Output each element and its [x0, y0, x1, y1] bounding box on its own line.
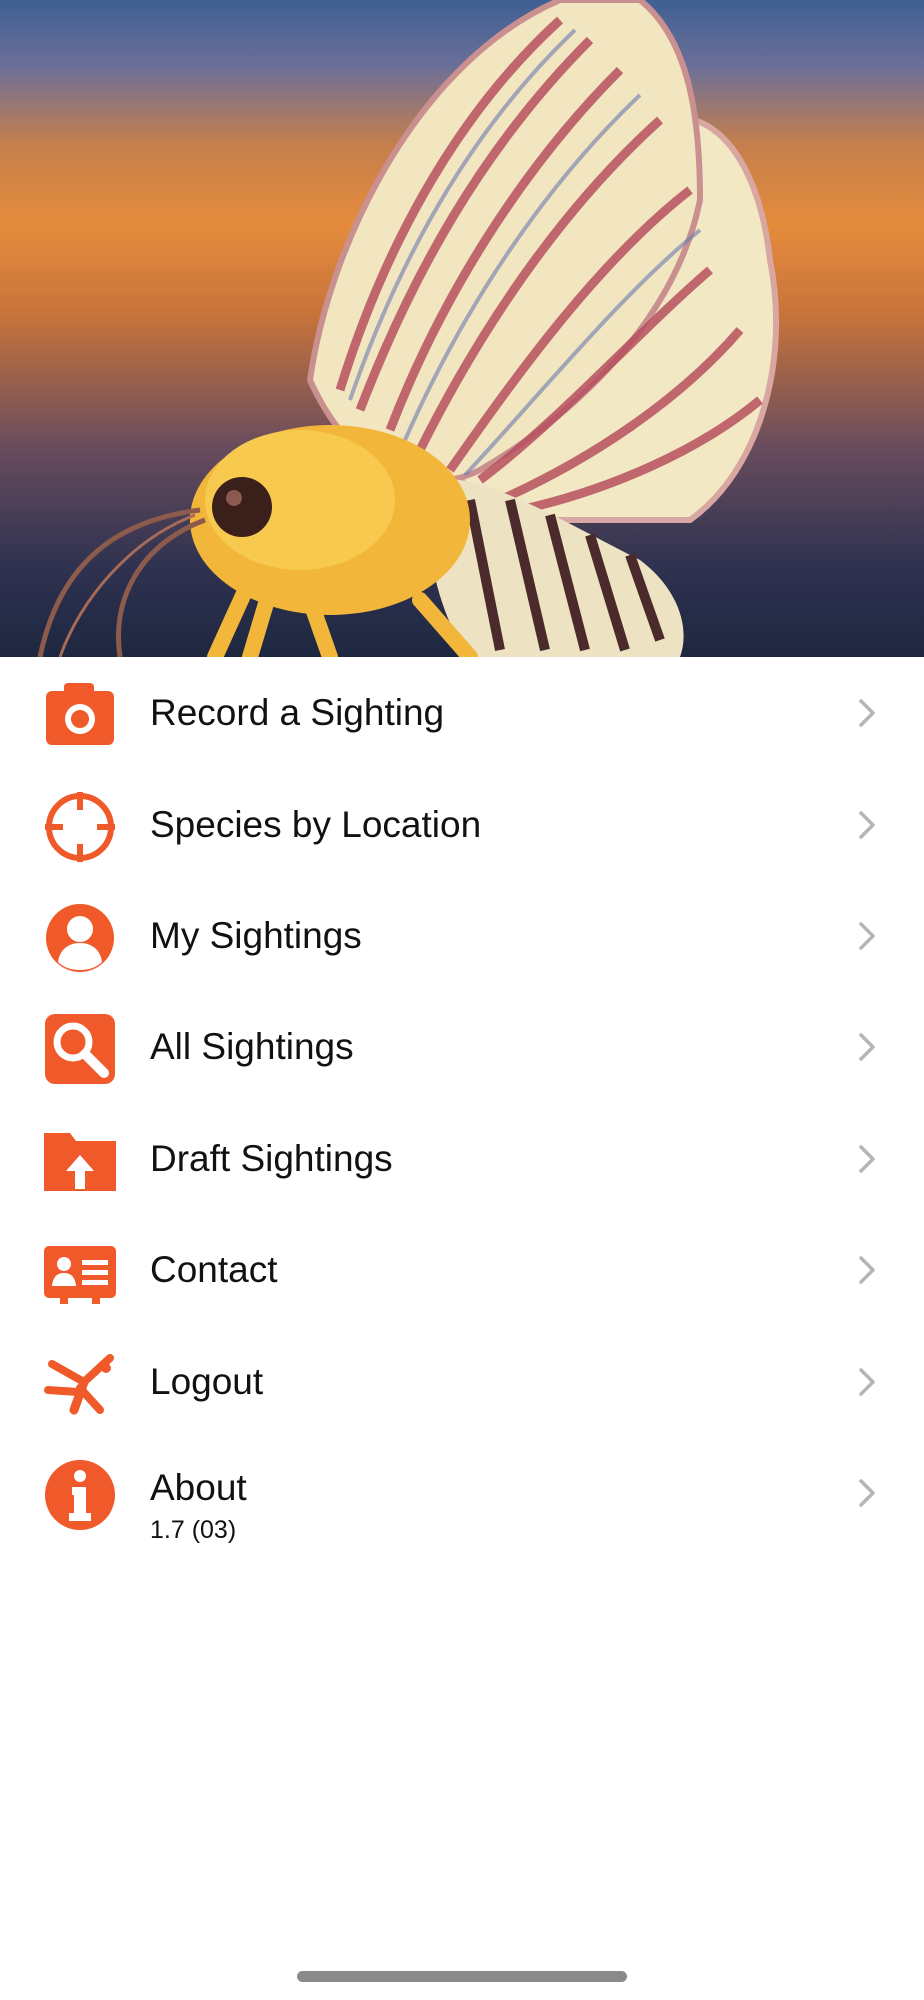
menu-item-logout[interactable]: Logout: [0, 1326, 924, 1437]
menu-item-draft-sightings[interactable]: Draft Sightings: [0, 1103, 924, 1214]
logout-figure-icon: [44, 1348, 116, 1420]
menu-item-label: Contact: [150, 1249, 278, 1290]
crosshair-icon: [44, 791, 116, 863]
menu-item-label: Record a Sighting: [150, 692, 445, 733]
menu-item-label: Logout: [150, 1361, 264, 1402]
hero-butterfly-image: [0, 0, 924, 657]
chevron-right-icon: [857, 1031, 877, 1063]
menu-item-label: Draft Sightings: [150, 1138, 393, 1179]
chevron-right-icon: [857, 697, 877, 729]
home-indicator[interactable]: [297, 1971, 627, 1982]
menu-item-species-by-location[interactable]: Species by Location: [0, 769, 924, 880]
folder-upload-icon: [44, 1125, 116, 1197]
contact-card-icon: [44, 1236, 116, 1308]
info-icon: [44, 1459, 116, 1531]
menu-item-label: All Sightings: [150, 1026, 354, 1067]
chevron-right-icon: [857, 920, 877, 952]
menu-item-label: My Sightings: [150, 915, 362, 956]
camera-icon: [44, 679, 116, 751]
search-icon: [44, 1013, 116, 1085]
menu-item-about[interactable]: About 1.7 (03): [0, 1437, 924, 1548]
chevron-right-icon: [857, 1254, 877, 1286]
chevron-right-icon: [857, 1366, 877, 1398]
app-version-text: 1.7 (03): [150, 1516, 237, 1544]
chevron-right-icon: [857, 1143, 877, 1175]
chevron-right-icon: [857, 809, 877, 841]
user-icon: [44, 902, 116, 974]
chevron-right-icon: [857, 1477, 877, 1509]
menu-item-my-sightings[interactable]: My Sightings: [0, 880, 924, 991]
butterfly-illustration: [37, 0, 780, 657]
menu-item-contact[interactable]: Contact: [0, 1214, 924, 1325]
menu-item-label: Species by Location: [150, 804, 482, 845]
menu-item-all-sightings[interactable]: All Sightings: [0, 991, 924, 1102]
menu-item-record-sighting[interactable]: Record a Sighting: [0, 657, 924, 768]
